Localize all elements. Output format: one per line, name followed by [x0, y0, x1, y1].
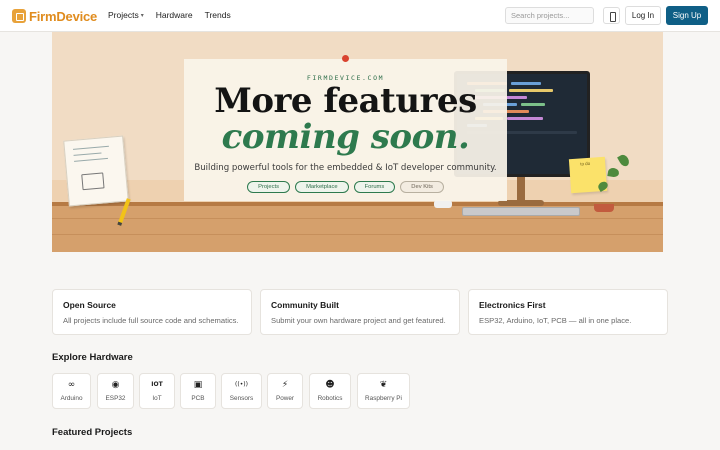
hero-title-line1: More features: [214, 81, 477, 121]
main-nav: Projects ▾ Hardware Trends: [108, 10, 231, 20]
desk-grain: [52, 218, 663, 219]
schematic-paper: [63, 135, 129, 207]
keyboard: [462, 207, 580, 216]
tile-label: ESP32: [105, 395, 126, 402]
hardware-tile-sensors[interactable]: ((•)) Sensors: [221, 373, 262, 409]
plant-leaf-icon: [617, 153, 631, 168]
nav-item-projects[interactable]: Projects ▾: [108, 10, 144, 20]
hardware-tile-esp32[interactable]: ◉ ESP32: [97, 373, 134, 409]
feature-card-electronics: Electronics First ESP32, Arduino, IoT, P…: [468, 289, 668, 335]
logo[interactable]: FirmDevice: [12, 8, 97, 24]
robot-icon: ☻: [325, 380, 335, 390]
tile-label: PCB: [191, 395, 205, 402]
nav-item-hardware[interactable]: Hardware: [156, 10, 193, 20]
tile-label: Raspberry Pi: [365, 395, 402, 402]
signup-button[interactable]: Sign Up: [666, 6, 708, 25]
raspberry-icon: ❦: [379, 380, 388, 390]
plant-pot: [594, 204, 614, 212]
infinity-icon: ∞: [67, 380, 76, 390]
wifi-icon: ◉: [111, 380, 120, 390]
sticky-note-text: to do: [580, 160, 591, 167]
hero-title-line2: coming soon.: [221, 117, 470, 157]
feature-text: Submit your own hardware project and get…: [271, 316, 446, 325]
tile-label: Sensors: [229, 395, 254, 402]
chevron-down-icon: ▾: [140, 13, 144, 19]
feature-card-community: Community Built Submit your own hardware…: [260, 289, 460, 335]
hero-subtitle: Building powerful tools for the embedded…: [194, 163, 497, 173]
top-navbar: FirmDevice Projects▾ Hardware Trends Log…: [0, 0, 720, 32]
pill-projects[interactable]: Projects: [247, 181, 291, 193]
lightning-icon: ⚡: [281, 380, 289, 390]
hardware-tile-power[interactable]: ⚡ Power: [267, 373, 303, 409]
feature-text: All projects include full source code an…: [63, 316, 239, 325]
feature-title: Open Source: [63, 300, 116, 310]
search-input[interactable]: [505, 7, 594, 24]
nav-item-label: Projects: [108, 10, 139, 20]
pill-dev-kits[interactable]: Dev Kits: [400, 181, 444, 193]
hero-banner: to do FIRMDEVICE.COM More features comin…: [52, 32, 663, 252]
pcb-icon: ▣: [193, 380, 203, 390]
logo-chip-icon: [12, 9, 26, 23]
feature-title: Community Built: [271, 300, 339, 310]
hero-pills: Projects Marketplace Forums Dev Kits: [184, 181, 507, 193]
pushpin-icon: [342, 55, 349, 62]
tile-label: IoT: [152, 395, 162, 402]
hardware-tile-pcb[interactable]: ▣ PCB: [180, 373, 216, 409]
sensor-icon: ((•)): [235, 381, 248, 388]
login-button[interactable]: Log In: [625, 6, 661, 25]
mobile-app-button[interactable]: [603, 7, 620, 24]
tile-label: Arduino: [60, 395, 83, 402]
logo-text: FirmDevice: [29, 8, 98, 24]
tile-label: Power: [275, 395, 295, 402]
plant-leaf-icon: [607, 167, 620, 178]
hardware-tile-arduino[interactable]: ∞ Arduino: [52, 373, 91, 409]
chip-drawing-icon: [81, 172, 105, 191]
feature-text: ESP32, Arduino, IoT, PCB — all in one pl…: [479, 316, 632, 325]
desk-grain: [52, 234, 663, 235]
explore-hardware-title: Explore Hardware: [52, 352, 133, 363]
pill-marketplace[interactable]: Marketplace: [295, 181, 349, 193]
hardware-tile-raspberry-pi[interactable]: ❦ Raspberry Pi: [357, 373, 410, 409]
feature-card-open-source: Open Source All projects include full so…: [52, 289, 252, 335]
hardware-tile-robotics[interactable]: ☻ Robotics: [309, 373, 351, 409]
mouse: [434, 200, 452, 208]
hero-card: FIRMDEVICE.COM More features coming soon…: [184, 59, 507, 201]
featured-projects-title: Featured Projects: [52, 427, 133, 438]
nav-item-trends[interactable]: Trends: [205, 10, 231, 20]
pill-forums[interactable]: Forums: [353, 181, 396, 193]
hardware-tile-iot[interactable]: IOT IoT: [139, 373, 175, 409]
tile-label: Robotics: [317, 395, 343, 402]
feature-title: Electronics First: [479, 300, 546, 310]
iot-icon: IOT: [151, 381, 163, 388]
